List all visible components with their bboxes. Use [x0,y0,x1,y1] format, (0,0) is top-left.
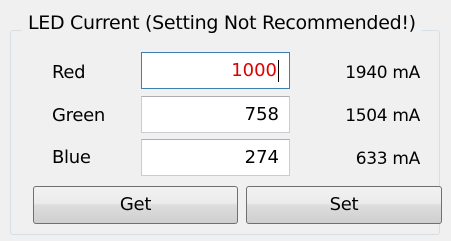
red-current-value: 1000 [231,60,277,81]
blue-current-input[interactable]: 274 [141,139,290,176]
text-caret [278,60,279,82]
blue-current-value: 274 [244,147,279,168]
green-label: Green [52,105,106,126]
get-button[interactable]: Get [33,186,238,224]
green-current-value: 758 [244,104,279,125]
green-current-input[interactable]: 758 [141,96,290,133]
red-current-input[interactable]: 1000 [141,52,290,89]
set-button[interactable]: Set [246,186,442,224]
red-current-readout: 1940 mA [345,63,420,83]
blue-current-readout: 633 mA [355,149,421,169]
blue-label: Blue [52,147,91,168]
green-current-readout: 1504 mA [345,106,420,126]
groupbox-title: LED Current (Setting Not Recommended!) [22,12,422,34]
red-label: Red [52,62,86,83]
